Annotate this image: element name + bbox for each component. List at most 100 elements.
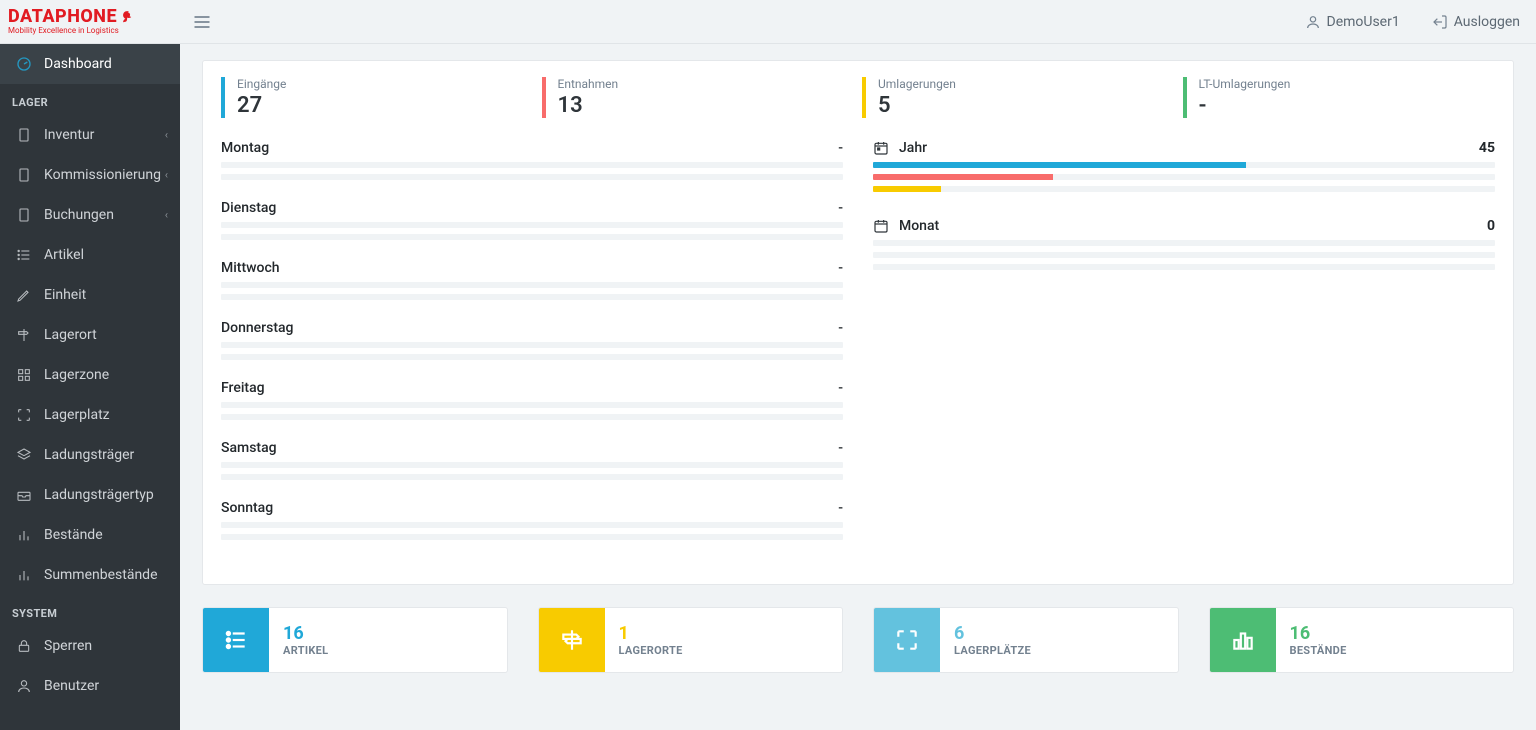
day-label: Mittwoch [221,260,280,276]
tile-artikel[interactable]: 16 ARTIKEL [202,607,508,673]
progress-bar [873,174,1495,180]
period-total: 0 [1487,218,1495,234]
tile-bestaende[interactable]: 16 BESTÄNDE [1209,607,1515,673]
pencil-icon [16,287,32,303]
sidebar-item-lagerort[interactable]: Lagerort [0,315,180,355]
progress-bar [221,534,843,540]
progress-bar [873,264,1495,270]
sidebar-item-ladungstraeger[interactable]: Ladungsträger [0,435,180,475]
progress-bar [221,174,843,180]
period-label: Jahr [899,140,1479,156]
period-total: 45 [1479,140,1495,156]
progress-bar [221,294,843,300]
sidebar-item-kommissionierung[interactable]: Kommissionierung ‹ [0,155,180,195]
day-total: - [838,260,843,276]
sidebar-item-summenbestaende[interactable]: Summenbestände [0,555,180,595]
user-link[interactable]: DemoUser1 [1289,0,1416,44]
sidebar-item-inventur[interactable]: Inventur ‹ [0,115,180,155]
day-freitag: Freitag - [221,380,843,420]
tile-value: 16 [283,623,328,644]
day-label: Donnerstag [221,320,293,336]
kpi-value: 5 [878,93,1163,118]
periods-column: Jahr 45 Monat 0 [873,140,1495,560]
sidebar-item-label: Ladungsträgertyp [44,487,154,503]
progress-bar [221,414,843,420]
sidebar-item-label: Summenbestände [44,567,158,583]
progress-bar [221,522,843,528]
menu-toggle-button[interactable] [180,0,224,44]
day-samstag: Samstag - [221,440,843,480]
target-icon [16,407,32,423]
sidebar-item-lagerplatz[interactable]: Lagerplatz [0,395,180,435]
sidebar-item-sperren[interactable]: Sperren [0,626,180,666]
sidebar-item-benutzer[interactable]: Benutzer [0,666,180,706]
sidebar-item-label: Ladungsträger [44,447,134,463]
tile-label: LAGERPLÄTZE [954,644,1031,657]
logo-text: DATAPHONE [8,8,180,26]
sidebar-item-einheit[interactable]: Einheit [0,275,180,315]
user-name: DemoUser1 [1327,14,1400,30]
progress-bar [221,402,843,408]
main-content: Eingänge 27 Entnahmen 13 Umlagerungen 5 … [180,44,1536,730]
calendar-icon [873,218,889,234]
sidebar-item-label: Einheit [44,287,86,303]
tile-lagerorte[interactable]: 1 LAGERORTE [538,607,844,673]
day-label: Samstag [221,440,277,456]
day-total: - [838,440,843,456]
sidebar-item-dashboard[interactable]: Dashboard [0,44,180,84]
clipboard-icon [16,167,32,183]
logout-link[interactable]: Ausloggen [1416,0,1536,44]
logout-icon [1432,14,1448,30]
chart-icon [16,527,32,543]
day-label: Dienstag [221,200,276,216]
kpi-lt-umlagerungen: LT-Umlagerungen - [1183,77,1496,118]
sidebar-item-label: Lagerplatz [44,407,110,423]
progress-bar [221,342,843,348]
list-icon [223,627,249,653]
logo-main-text: DATAPHONE [8,8,117,26]
kpi-entnahmen: Entnahmen 13 [542,77,855,118]
day-total: - [838,500,843,516]
calendar-icon [873,140,889,156]
kpi-row: Eingänge 27 Entnahmen 13 Umlagerungen 5 … [221,77,1495,118]
day-dienstag: Dienstag - [221,200,843,240]
sidebar: Dashboard LAGER Inventur ‹ Kommissionier… [0,44,180,730]
sidebar-section-system: SYSTEM [0,595,180,626]
tile-value: 1 [619,623,683,644]
sidebar-item-label: Buchungen [44,207,114,223]
kpi-umlagerungen: Umlagerungen 5 [862,77,1175,118]
progress-bar [873,252,1495,258]
day-label: Freitag [221,380,265,396]
kpi-value: 13 [558,93,843,118]
sidebar-item-buchungen[interactable]: Buchungen ‹ [0,195,180,235]
sidebar-item-label: Dashboard [44,56,112,72]
signpost-icon [16,327,32,343]
sidebar-item-bestaende[interactable]: Bestände [0,515,180,555]
tile-lagerplaetze[interactable]: 6 LAGERPLÄTZE [873,607,1179,673]
day-total: - [838,320,843,336]
list-icon [16,247,32,263]
sidebar-item-label: Sperren [44,638,92,654]
sidebar-item-lagerzone[interactable]: Lagerzone [0,355,180,395]
progress-bar [221,234,843,240]
day-donnerstag: Donnerstag - [221,320,843,360]
period-label: Monat [899,218,1487,234]
chevron-left-icon: ‹ [165,129,168,142]
kpi-label: LT-Umlagerungen [1199,77,1484,91]
tile-label: ARTIKEL [283,644,328,657]
progress-bar [221,462,843,468]
sidebar-item-label: Inventur [44,127,94,143]
user-icon [16,678,32,694]
sidebar-item-ladungstraegertyp[interactable]: Ladungsträgertyp [0,475,180,515]
kpi-value: 27 [237,93,522,118]
sidebar-item-label: Kommissionierung [44,167,161,183]
logo[interactable]: DATAPHONE Mobility Excellence in Logisti… [0,0,180,44]
day-total: - [838,200,843,216]
topbar: DATAPHONE Mobility Excellence in Logisti… [0,0,1536,44]
tile-value: 16 [1290,623,1347,644]
clipboard-icon [16,207,32,223]
sidebar-item-artikel[interactable]: Artikel [0,235,180,275]
sidebar-item-label: Bestände [44,527,103,543]
day-total: - [838,380,843,396]
day-montag: Montag- [221,140,843,180]
